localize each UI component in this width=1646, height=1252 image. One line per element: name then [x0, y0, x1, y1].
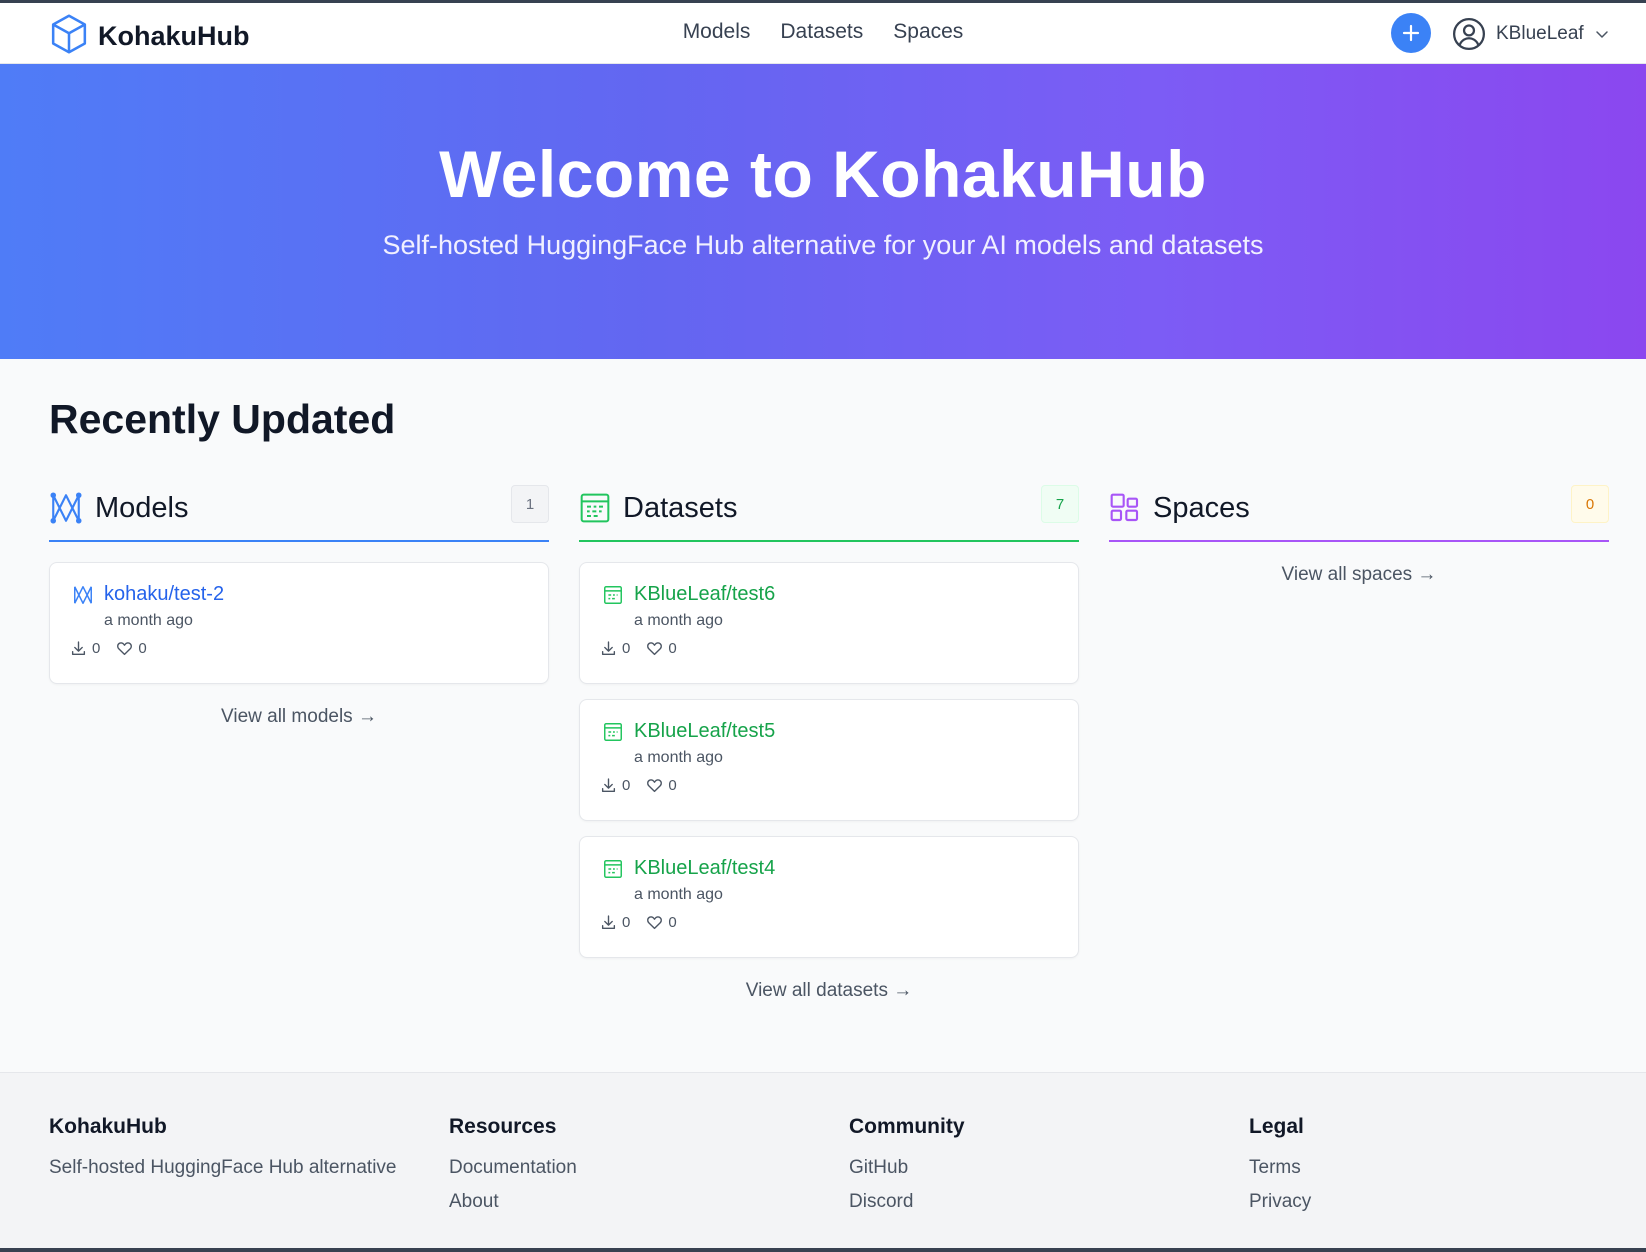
footer-link-terms[interactable]: Terms: [1249, 1157, 1311, 1179]
updated-time: a month ago: [104, 612, 193, 629]
bottom-border: [0, 1248, 1646, 1252]
nav-models[interactable]: Models: [683, 20, 751, 44]
site-footer: KohakuHub Self-hosted HuggingFace Hub al…: [0, 1072, 1646, 1248]
nav-datasets[interactable]: Datasets: [780, 20, 863, 44]
download-count: 0: [622, 640, 631, 657]
footer-resources-column: Resources Documentation About: [449, 1115, 577, 1225]
dataset-icon: [604, 722, 622, 741]
models-header: Models 1: [49, 482, 549, 542]
like-count: 0: [138, 640, 147, 657]
chevron-down-icon: [1595, 31, 1608, 38]
heart-icon: [647, 779, 663, 793]
dataset-icon: [604, 585, 622, 604]
footer-tagline: Self-hosted HuggingFace Hub alternative: [49, 1157, 397, 1178]
models-title: Models: [95, 491, 189, 524]
model-name-link[interactable]: kohaku/test-2: [104, 583, 224, 606]
dataset-card[interactable]: KBlueLeaf/test6 a month ago 0 0: [579, 562, 1079, 684]
datasets-count-badge: 7: [1041, 485, 1079, 523]
heart-icon: [647, 916, 663, 930]
spaces-column: Spaces 0 View all spaces →: [1109, 482, 1609, 586]
dataset-card[interactable]: KBlueLeaf/test5 a month ago 0 0: [579, 699, 1079, 821]
dataset-card[interactable]: KBlueLeaf/test4 a month ago 0 0: [579, 836, 1079, 958]
download-icon: [601, 915, 616, 930]
hero-subtitle: Self-hosted HuggingFace Hub alternative …: [382, 230, 1264, 260]
like-count: 0: [668, 914, 677, 931]
view-all-datasets-link[interactable]: View all datasets →: [579, 980, 1079, 1002]
updated-time: a month ago: [634, 886, 723, 903]
download-icon: [601, 778, 616, 793]
updated-time: a month ago: [634, 749, 723, 766]
card-stats: 0 0: [600, 777, 1058, 794]
like-count: 0: [668, 640, 677, 657]
heart-icon: [647, 642, 663, 656]
footer-link-documentation[interactable]: Documentation: [449, 1157, 577, 1179]
footer-community-title: Community: [849, 1115, 965, 1138]
model-card[interactable]: kohaku/test-2 a month ago 0 0: [49, 562, 549, 684]
footer-brand-column: KohakuHub Self-hosted HuggingFace Hub al…: [49, 1115, 396, 1191]
plus-icon: [1402, 24, 1420, 42]
view-all-spaces-link[interactable]: View all spaces →: [1109, 564, 1609, 586]
datasets-column: Datasets 7 KBlueLeaf/test6 a month ago 0…: [579, 482, 1079, 1002]
models-count-badge: 1: [511, 485, 549, 523]
spaces-grid-icon: [1110, 493, 1139, 522]
top-navbar: KohakuHub Models Datasets Spaces KBlueLe…: [0, 3, 1646, 64]
updated-time: a month ago: [634, 612, 723, 629]
model-icon: [50, 492, 82, 524]
user-avatar-icon: [1452, 17, 1486, 51]
models-column: Models 1 kohaku/test-2 a month ago 0 0 V…: [49, 482, 549, 728]
footer-legal-title: Legal: [1249, 1115, 1304, 1138]
footer-brand-title: KohakuHub: [49, 1115, 167, 1138]
card-stats: 0 0: [600, 640, 1058, 657]
download-icon: [71, 641, 86, 656]
user-menu[interactable]: KBlueLeaf: [1452, 17, 1610, 51]
card-stats: 0 0: [70, 640, 528, 657]
footer-legal-column: Legal Terms Privacy: [1249, 1115, 1311, 1225]
download-count: 0: [622, 914, 631, 931]
spaces-title: Spaces: [1153, 491, 1250, 524]
footer-link-github[interactable]: GitHub: [849, 1157, 965, 1179]
card-stats: 0 0: [600, 914, 1058, 931]
dataset-icon: [580, 493, 610, 523]
download-icon: [601, 641, 616, 656]
nav-spaces[interactable]: Spaces: [893, 20, 963, 44]
datasets-header: Datasets 7: [579, 482, 1079, 542]
hero-title: Welcome to KohakuHub: [439, 137, 1207, 211]
dataset-name-link[interactable]: KBlueLeaf/test5: [634, 720, 775, 743]
dataset-name-link[interactable]: KBlueLeaf/test4: [634, 857, 775, 880]
spaces-header: Spaces 0: [1109, 482, 1609, 542]
datasets-title: Datasets: [623, 491, 738, 524]
footer-link-about[interactable]: About: [449, 1191, 577, 1213]
footer-community-column: Community GitHub Discord: [849, 1115, 965, 1225]
username: KBlueLeaf: [1496, 23, 1584, 44]
hero-banner: Welcome to KohakuHub Self-hosted Hugging…: [0, 64, 1646, 359]
footer-link-privacy[interactable]: Privacy: [1249, 1191, 1311, 1213]
view-all-models-link[interactable]: View all models →: [49, 706, 549, 728]
download-count: 0: [622, 777, 631, 794]
footer-resources-title: Resources: [449, 1115, 557, 1138]
spaces-count-badge: 0: [1571, 485, 1609, 523]
heart-icon: [117, 642, 133, 656]
dataset-icon: [604, 859, 622, 878]
like-count: 0: [668, 777, 677, 794]
dataset-name-link[interactable]: KBlueLeaf/test6: [634, 583, 775, 606]
create-new-button[interactable]: [1391, 13, 1431, 53]
model-icon: [74, 585, 92, 604]
footer-link-discord[interactable]: Discord: [849, 1191, 965, 1213]
recently-updated-heading: Recently Updated: [49, 396, 396, 442]
download-count: 0: [92, 640, 101, 657]
